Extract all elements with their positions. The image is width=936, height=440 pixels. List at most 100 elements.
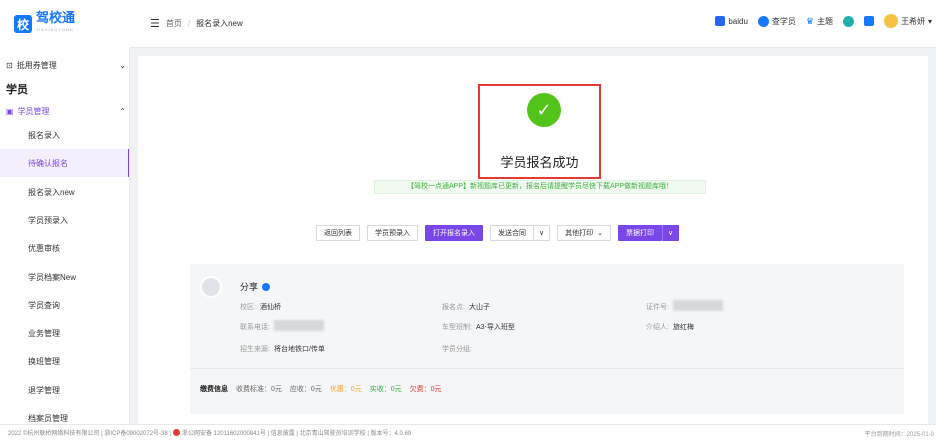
fee-paid: 实收：0元 bbox=[369, 385, 402, 393]
source-label: 招生来源: bbox=[240, 346, 270, 353]
theme-button[interactable]: ♛ 主题 bbox=[806, 16, 833, 27]
footer-expiry: 平台到期时间：2025-01-0 bbox=[864, 432, 934, 438]
referrer-field: 介绍人: 旅红梅 bbox=[646, 322, 694, 332]
student-pre-entry-button[interactable]: 学员预录入 bbox=[367, 225, 418, 241]
sidebar-item-withdrawal[interactable]: 退学管理 bbox=[0, 376, 129, 404]
student-name-row: 分享 bbox=[240, 280, 271, 293]
referrer-value: 旅红梅 bbox=[672, 324, 694, 331]
send-contract-button[interactable]: 发送合同 bbox=[490, 225, 534, 241]
logo-subtitle: JIAXIAOTONG bbox=[36, 27, 74, 32]
receipt-print-button[interactable]: 票据打印 bbox=[618, 225, 662, 241]
chevron-down-icon: ⌄ bbox=[597, 230, 603, 237]
class-type-label: 车型班制: bbox=[442, 324, 472, 331]
coupon-icon: ⊡ bbox=[6, 60, 13, 70]
signup-point-label: 报名点: bbox=[442, 304, 465, 311]
student-avatar bbox=[200, 276, 222, 298]
student-info-panel: 分享 校区: 酒仙桥 报名点: 大山子 证件号: 联系电话: 车型班制: A3-… bbox=[190, 264, 904, 414]
send-contract-dropdown[interactable]: ∨ bbox=[533, 225, 551, 241]
user-menu[interactable]: 王希妍 ▾ bbox=[883, 14, 932, 28]
group-label: 学员分组: bbox=[442, 346, 472, 353]
search-student-icon bbox=[757, 15, 769, 27]
receipt-print-group: 票据打印 ∨ bbox=[618, 225, 680, 241]
fee-info-label: 缴费信息 bbox=[200, 385, 228, 393]
fee-info-row: 缴费信息 收费标准：0元 应收：0元 优惠：0元 实收：0元 欠费：0元 bbox=[190, 368, 904, 408]
class-type-field: 车型班制: A3-导入班型 bbox=[442, 322, 515, 332]
phone-label: 联系电话: bbox=[240, 324, 270, 331]
sidebar: ⊡ 抵用券管理 ⌄ 学员 ▣ 学员管理 ⌃ 报名录入 待确认报名 报名录入new… bbox=[0, 48, 130, 440]
avatar bbox=[883, 14, 898, 28]
receipt-print-dropdown[interactable]: ∨ bbox=[662, 225, 680, 241]
fee-standard: 收费标准：0元 bbox=[236, 385, 282, 393]
sidebar-group-coupon[interactable]: ⊡ 抵用券管理 ⌄ bbox=[6, 58, 129, 72]
sidebar-group-student-management[interactable]: ▣ 学员管理 ⌃ bbox=[6, 104, 129, 118]
back-to-list-button[interactable]: 返回列表 bbox=[316, 225, 360, 241]
logo-text: 驾校通 JIAXIAOTONG bbox=[36, 10, 76, 36]
logo-mark: 校 bbox=[14, 15, 32, 33]
sidebar-item-discount-review[interactable]: 优惠审核 bbox=[0, 234, 129, 262]
open-signup-entry-button[interactable]: 打开报名录入 bbox=[425, 225, 483, 241]
sidebar-item-signup-entry-new[interactable]: 报名录入new bbox=[0, 178, 129, 206]
id-number-label: 证件号: bbox=[646, 304, 669, 311]
baidu-link[interactable]: baidu bbox=[715, 16, 748, 26]
message-icon[interactable] bbox=[863, 16, 874, 26]
baidu-icon bbox=[715, 16, 726, 26]
send-contract-group: 发送合同 ∨ bbox=[490, 225, 551, 241]
student-management-icon: ▣ bbox=[6, 106, 14, 116]
chevron-up-icon: ⌃ bbox=[119, 106, 126, 116]
other-print-label: 其他打印 bbox=[565, 230, 594, 237]
group-field: 学员分组: bbox=[442, 344, 472, 354]
sidebar-item-class-change[interactable]: 换班管理 bbox=[0, 347, 129, 375]
baidu-label: baidu bbox=[728, 16, 748, 26]
source-value: 将台地铁口/传单 bbox=[273, 346, 325, 353]
footer-police-info[interactable]: 浙公网安备 12011602000841号 | 信息披露 | 北京青山驾驶员培训… bbox=[182, 428, 411, 437]
app-logo[interactable]: 校 驾校通 JIAXIAOTONG bbox=[0, 0, 130, 48]
sidebar-section-title: 学员 bbox=[6, 84, 28, 96]
gender-icon bbox=[262, 282, 271, 291]
police-badge-icon bbox=[172, 429, 180, 436]
signup-point-value: 大山子 bbox=[468, 304, 490, 311]
chevron-down-icon: ▾ bbox=[927, 16, 932, 26]
sidebar-item-business-management[interactable]: 业务管理 bbox=[0, 319, 129, 347]
sidebar-item-pending-signup[interactable]: 待确认报名 bbox=[0, 149, 129, 177]
sidebar-group-label: 抵用券管理 bbox=[16, 60, 57, 70]
menu-toggle-icon[interactable]: ☰ bbox=[150, 17, 160, 30]
campus-label: 校区: bbox=[240, 304, 256, 311]
app-notice: 【驾校一点通APP】新视题库已更新，报名后请提醒学员尽快下载APP做新视题库哦！ bbox=[374, 180, 706, 194]
sidebar-item-signup-entry[interactable]: 报名录入 bbox=[0, 121, 129, 149]
referrer-label: 介绍人: bbox=[646, 324, 669, 331]
header-actions: baidu 查学员 ♛ 主题 王希妍 ▾ bbox=[715, 14, 932, 28]
other-print-button[interactable]: 其他打印 ⌄ bbox=[557, 225, 611, 241]
theme-icon: ♛ bbox=[805, 15, 814, 26]
sidebar-item-student-pre-entry[interactable]: 学员预录入 bbox=[0, 206, 129, 234]
phone-redacted bbox=[273, 320, 324, 331]
user-name: 王希妍 bbox=[900, 16, 925, 26]
student-name: 分享 bbox=[240, 282, 259, 292]
sidebar-item-student-query[interactable]: 学员查询 bbox=[0, 291, 129, 319]
success-highlight: ✓ 学员报名成功 bbox=[478, 84, 601, 179]
action-bar: 返回列表 学员预录入 打开报名录入 发送合同 ∨ 其他打印 ⌄ 票据打印 ∨ bbox=[316, 225, 680, 241]
id-number-redacted bbox=[672, 300, 723, 311]
breadcrumb-home[interactable]: 首页 bbox=[166, 18, 182, 29]
student-search-label: 查学员 bbox=[771, 16, 796, 26]
theme-label: 主题 bbox=[816, 16, 833, 26]
signup-point-field: 报名点: 大山子 bbox=[442, 302, 490, 312]
campus-field: 校区: 酒仙桥 bbox=[240, 302, 281, 312]
breadcrumb-current: 报名录入new bbox=[196, 19, 243, 28]
fee-receivable: 应收：0元 bbox=[289, 385, 322, 393]
success-title: 学员报名成功 bbox=[500, 155, 579, 170]
result-card: ✓ 学员报名成功 【驾校一点通APP】新视题库已更新，报名后请提醒学员尽快下载A… bbox=[138, 56, 928, 424]
check-icon: ✓ bbox=[527, 93, 561, 127]
footer: 2022 ©杭州联桥网络科技有限公司 | 浙ICP备09002072号-38 |… bbox=[0, 424, 936, 440]
breadcrumb: ☰ 首页 / 报名录入new bbox=[150, 17, 243, 30]
top-bar: 校 驾校通 JIAXIAOTONG ☰ 首页 / 报名录入new baidu 查… bbox=[0, 0, 936, 48]
footer-copyright[interactable]: 2022 ©杭州联桥网络科技有限公司 | 浙ICP备09002072号-38 | bbox=[8, 428, 171, 437]
phone-field: 联系电话: bbox=[240, 320, 324, 332]
source-field: 招生来源: 将台地铁口/传单 bbox=[240, 344, 325, 354]
campus-value: 酒仙桥 bbox=[259, 304, 281, 311]
fee-discount: 优惠：0元 bbox=[329, 385, 362, 393]
sidebar-item-student-archive-new[interactable]: 学员档案New bbox=[0, 263, 129, 291]
refresh-icon[interactable] bbox=[842, 15, 854, 27]
logo-title: 驾校通 bbox=[36, 10, 76, 25]
class-type-value: A3-导入班型 bbox=[475, 324, 515, 331]
student-search-button[interactable]: 查学员 bbox=[757, 15, 796, 27]
